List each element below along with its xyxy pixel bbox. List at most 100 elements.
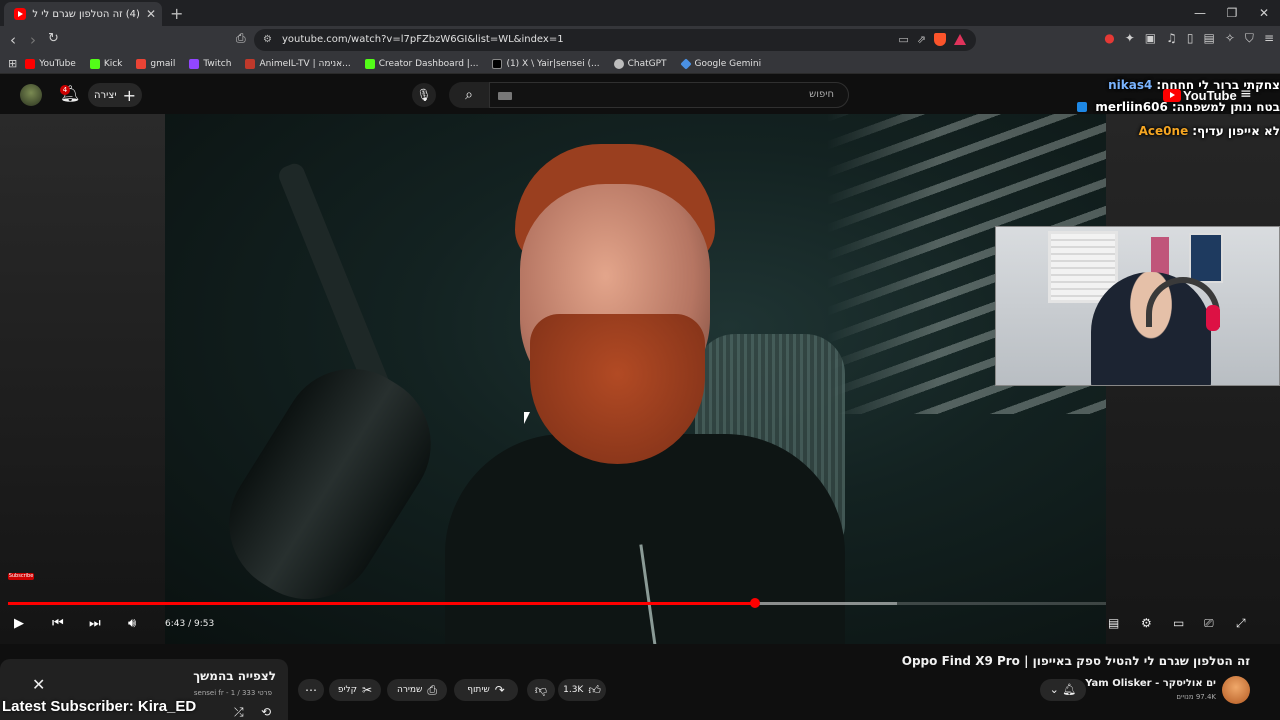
settings-gear-icon[interactable]: ⚙ xyxy=(1141,616,1152,630)
plus-icon: + xyxy=(122,85,136,105)
browser-menu-icon[interactable]: ≡ xyxy=(1264,31,1274,46)
chat-text: לא אייפון עדיף xyxy=(1197,124,1280,138)
notification-count-badge: 4 xyxy=(60,85,70,95)
media-icon[interactable]: ♫ xyxy=(1166,31,1177,46)
search-button[interactable]: ⌕ xyxy=(449,82,489,108)
next-icon[interactable]: ⏭︎ xyxy=(89,616,101,631)
video-frame[interactable] xyxy=(165,114,1106,644)
reload-icon[interactable]: ↻ xyxy=(48,31,59,46)
keyboard-icon[interactable] xyxy=(498,92,512,100)
vpn-shield-icon[interactable]: ⛉ xyxy=(1245,31,1254,46)
tab-title: (4) זה הטלפון שגרם לי להטיל ספק xyxy=(32,8,140,20)
logo-text: YouTube xyxy=(1183,88,1237,103)
search-input[interactable]: חיפוש xyxy=(489,82,849,108)
bookmark-favicon-icon xyxy=(679,57,692,70)
brave-rewards-icon[interactable] xyxy=(954,34,966,45)
screenshot-extension-icon[interactable]: ▣ xyxy=(1145,31,1156,46)
chat-user: Ace0ne xyxy=(1138,124,1189,138)
video-title: זה הטלפון שגרם לי להטיל ספק באייפון | Op… xyxy=(901,654,1250,668)
window-close-icon[interactable]: ✕ xyxy=(1248,0,1280,26)
more-dots-icon: ⋯ xyxy=(305,683,317,697)
cast-icon[interactable]: ▭ xyxy=(898,29,908,51)
sidebar-toggle-icon[interactable]: ▯ xyxy=(1187,31,1194,46)
search-placeholder: חיפוש xyxy=(809,89,834,100)
bookmarks-bar: ⊞ YouTube Kick gmail Twitch AnimeIL-TV |… xyxy=(0,54,1280,74)
volume-icon[interactable]: 🔊︎ xyxy=(128,616,136,631)
chat-message: לא אייפון עדיף : Ace0ne xyxy=(1138,124,1280,138)
shuffle-icon[interactable]: ⤮ xyxy=(234,705,244,720)
create-button[interactable]: יצירה + xyxy=(88,83,142,107)
browser-tab[interactable]: (4) זה הטלפון שגרם לי להטיל ספק ✕ xyxy=(4,2,162,26)
new-tab-button[interactable]: + xyxy=(170,4,183,23)
tab-close-icon[interactable]: ✕ xyxy=(146,7,156,21)
streamer-webcam xyxy=(995,226,1280,386)
bookmark-item[interactable]: YouTube xyxy=(25,58,76,69)
record-extension-icon[interactable]: ● xyxy=(1104,31,1114,46)
progress-played xyxy=(8,602,755,605)
brave-shields-icon[interactable] xyxy=(934,33,946,46)
bookmark-favicon-icon xyxy=(492,58,503,69)
dislike-button[interactable]: 👎︎ xyxy=(527,679,555,701)
save-button[interactable]: שמירה ⎙ xyxy=(387,679,447,701)
bookmark-page-icon[interactable]: ⎙ xyxy=(236,31,246,46)
more-actions-button[interactable]: ⋯ xyxy=(298,679,324,701)
puzzle-extension-icon[interactable]: ✦ xyxy=(1125,31,1135,46)
bookmark-favicon-icon xyxy=(189,58,200,69)
previous-icon[interactable]: ⏮︎ xyxy=(52,616,64,631)
close-icon[interactable]: ✕ xyxy=(32,675,45,694)
bookmark-item[interactable]: ChatGPT xyxy=(613,58,667,69)
youtube-logo-icon xyxy=(1163,89,1181,102)
channel-avatar[interactable] xyxy=(1222,676,1250,704)
bookmark-favicon-icon xyxy=(245,58,256,69)
mouse-cursor-icon xyxy=(524,412,530,424)
bookmark-item[interactable]: Creator Dashboard |... xyxy=(364,58,478,69)
hamburger-menu-icon[interactable]: ≡ xyxy=(1240,86,1252,102)
subtitles-icon[interactable]: ▤ xyxy=(1108,616,1119,630)
fullscreen-icon[interactable]: ⤢ xyxy=(1236,616,1246,631)
browser-tabstrip: (4) זה הטלפון שגרם לי להטיל ספק ✕ + — ❐ … xyxy=(0,0,1280,26)
address-bar[interactable]: ⚙ youtube.com/watch?v=l7pFZbzW6GI&list=W… xyxy=(254,29,976,51)
leo-ai-icon[interactable]: ✧ xyxy=(1225,31,1235,46)
bookmark-item[interactable]: Google Gemini xyxy=(679,57,761,70)
bookmark-favicon-icon xyxy=(136,58,147,69)
forward-arrow-icon[interactable]: › xyxy=(30,31,36,49)
clip-button[interactable]: קליפ ✂ xyxy=(329,679,381,701)
site-settings-icon[interactable]: ⚙ xyxy=(263,29,272,51)
theater-mode-icon[interactable]: ▭ xyxy=(1173,616,1184,630)
ambient-left xyxy=(0,114,165,644)
progress-scrubber[interactable] xyxy=(749,598,760,608)
bookmark-item[interactable]: Twitch xyxy=(189,58,231,69)
extensions-area: ● ✦ ▣ ♫ ▯ ▤ ✧ ⛉ ≡ xyxy=(1104,31,1274,46)
play-icon[interactable]: ▶ xyxy=(14,616,24,631)
account-avatar[interactable] xyxy=(20,84,42,106)
share-page-icon[interactable]: ⇗ xyxy=(917,29,926,51)
share-button[interactable]: שיתוף ↷ xyxy=(454,679,518,701)
loop-icon[interactable]: ⟲ xyxy=(261,705,271,719)
progress-bar[interactable] xyxy=(8,598,1106,608)
stream-youtube-logo: YouTube xyxy=(1163,88,1237,103)
apps-grid-icon[interactable]: ⊞ xyxy=(8,57,17,70)
youtube-favicon-icon xyxy=(14,8,26,20)
restore-icon[interactable]: ❐ xyxy=(1216,0,1248,26)
wallet-icon[interactable]: ▤ xyxy=(1204,31,1215,46)
bookmark-item[interactable]: Kick xyxy=(89,58,122,69)
cast-icon[interactable]: ⎚ xyxy=(1204,616,1214,631)
chat-user: merliin606 xyxy=(1095,100,1168,114)
bookmark-item[interactable]: gmail xyxy=(136,58,175,69)
minimize-icon[interactable]: — xyxy=(1184,0,1216,26)
chat-badge-icon xyxy=(1077,102,1088,112)
player-controls: ▶ ⏮︎ ⏭︎ 🔊︎ 6:43 / 9:53 ▤ ⚙ ▭ ⎚ ⤢ xyxy=(0,612,1280,638)
subscribed-bell-button[interactable]: ⌄ 🔔︎ xyxy=(1040,679,1086,701)
channel-name[interactable]: ים אוליסקר - Yam Olisker xyxy=(1085,678,1216,689)
voice-search-mic-icon[interactable]: 🎙︎ xyxy=(412,83,436,107)
like-button[interactable]: 1.3K 👍︎ xyxy=(558,679,606,701)
thumbs-down-icon: 👎︎ xyxy=(534,682,548,697)
back-arrow-icon[interactable]: ‹ xyxy=(10,31,16,49)
stream-chat-overlay: צחקתי ברור לי חחחח : nikas4 בטח נותן למש… xyxy=(1026,74,1280,144)
bookmark-item[interactable]: AnimeIL-TV | אנימה... xyxy=(245,58,351,69)
clip-label: קליפ xyxy=(337,685,358,695)
browser-toolbar: ‹ › ↻ ⎙ ⚙ youtube.com/watch?v=l7pFZbzW6G… xyxy=(0,26,1280,54)
webcam-poster xyxy=(1189,233,1223,283)
bookmark-item[interactable]: (1) X \ Yair|sensei (... xyxy=(492,58,600,69)
latest-subscriber-overlay: Latest Subscriber: Kira_ED xyxy=(2,698,197,715)
